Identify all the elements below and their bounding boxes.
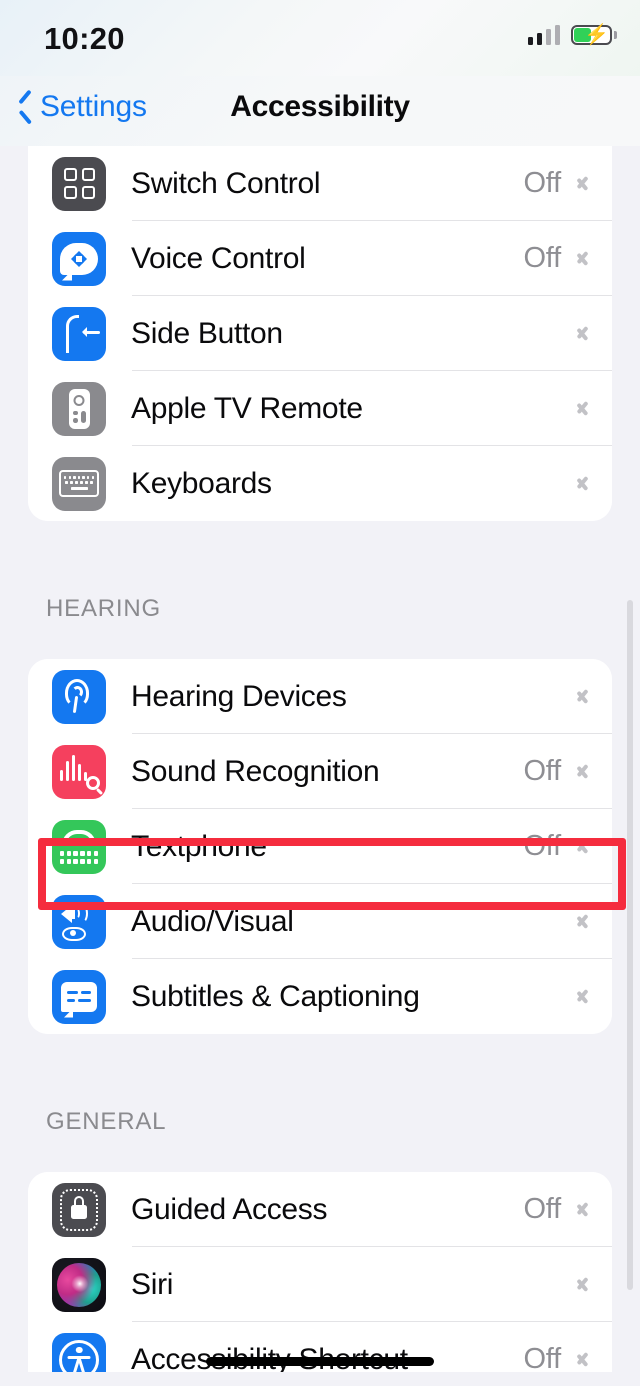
apple-tv-remote-icon <box>52 381 106 436</box>
row-value: Off <box>523 242 561 274</box>
audio-visual-icon <box>52 894 106 949</box>
row-label: Apple TV Remote <box>131 391 363 425</box>
header-spacer <box>0 1136 640 1172</box>
row-label: Keyboards <box>131 466 272 500</box>
chevron-right-icon <box>577 1198 590 1221</box>
row-label: Switch Control <box>131 166 321 200</box>
settings-scroll-view[interactable]: Switch Control Off Voice Control Off Sid… <box>0 146 640 1386</box>
row-switch-control[interactable]: Switch Control Off <box>28 146 612 221</box>
side-button-icon <box>52 306 106 361</box>
row-label: Subtitles & Captioning <box>131 979 420 1013</box>
row-label: Voice Control <box>131 241 306 275</box>
chevron-right-icon <box>577 1273 590 1296</box>
row-sound-recognition[interactable]: Sound Recognition Off <box>28 734 612 809</box>
sound-recognition-icon <box>52 744 106 799</box>
cellular-signal-icon <box>527 25 560 45</box>
battery-charging-icon: ⚡ <box>571 24 617 46</box>
guided-access-lock-icon <box>52 1182 106 1237</box>
page-title: Accessibility <box>230 90 410 123</box>
row-voice-control[interactable]: Voice Control Off <box>28 221 612 296</box>
status-bar: 10:20 ⚡ <box>0 0 640 76</box>
keyboard-icon <box>52 456 106 511</box>
row-label: Audio/Visual <box>131 904 294 938</box>
row-siri[interactable]: Siri <box>28 1247 612 1322</box>
chevron-right-icon <box>577 472 590 495</box>
settings-group-hearing: Hearing Devices Sound Recognition Off Te… <box>28 659 612 1034</box>
chevron-right-icon <box>577 247 590 270</box>
iphone-screen: 10:20 ⚡ Settings Accessibility Switch Co… <box>0 0 640 1386</box>
row-label: Textphone <box>131 829 267 863</box>
row-hearing-devices[interactable]: Hearing Devices <box>28 659 612 734</box>
chevron-right-icon <box>577 985 590 1008</box>
row-label: Sound Recognition <box>131 754 380 788</box>
row-audio-visual[interactable]: Audio/Visual <box>28 884 612 959</box>
chevron-right-icon <box>577 397 590 420</box>
status-bar-time: 10:20 <box>44 21 125 56</box>
row-subtitles-captioning[interactable]: Subtitles & Captioning <box>28 959 612 1034</box>
closed-caption-icon <box>52 969 106 1024</box>
section-header-hearing: HEARING <box>46 595 161 622</box>
voice-control-icon <box>52 231 106 286</box>
row-label: Siri <box>131 1267 174 1301</box>
row-label: Side Button <box>131 316 283 350</box>
chevron-right-icon <box>577 1348 590 1371</box>
chevron-right-icon <box>577 835 590 858</box>
row-value: Off <box>523 830 561 862</box>
row-value: Off <box>523 167 561 199</box>
navigation-bar: Settings Accessibility <box>0 76 640 146</box>
row-keyboards[interactable]: Keyboards <box>28 446 612 521</box>
chevron-right-icon <box>577 910 590 933</box>
ear-icon <box>52 669 106 724</box>
row-textphone[interactable]: Textphone Off <box>28 809 612 884</box>
row-apple-tv-remote[interactable]: Apple TV Remote <box>28 371 612 446</box>
textphone-icon <box>52 819 106 874</box>
settings-group-interaction: Switch Control Off Voice Control Off Sid… <box>28 146 612 521</box>
settings-group-general: Guided Access Off Siri Accessibility Sho… <box>28 1172 612 1386</box>
siri-orb-icon <box>52 1257 106 1312</box>
header-spacer <box>0 623 640 659</box>
home-indicator[interactable] <box>206 1357 434 1366</box>
chevron-right-icon <box>577 322 590 345</box>
section-header-general: GENERAL <box>46 1108 167 1135</box>
vertical-scroll-indicator[interactable] <box>627 600 633 1290</box>
row-value: Off <box>523 755 561 787</box>
row-guided-access[interactable]: Guided Access Off <box>28 1172 612 1247</box>
status-bar-indicators: ⚡ <box>527 24 617 46</box>
row-side-button[interactable]: Side Button <box>28 296 612 371</box>
row-label: Guided Access <box>131 1192 328 1226</box>
switch-control-icon <box>52 156 106 211</box>
chevron-right-icon <box>577 172 590 195</box>
bottom-strip <box>0 1372 640 1386</box>
chevron-right-icon <box>577 685 590 708</box>
row-label: Hearing Devices <box>131 679 347 713</box>
chevron-right-icon <box>577 760 590 783</box>
row-value: Off <box>523 1193 561 1225</box>
